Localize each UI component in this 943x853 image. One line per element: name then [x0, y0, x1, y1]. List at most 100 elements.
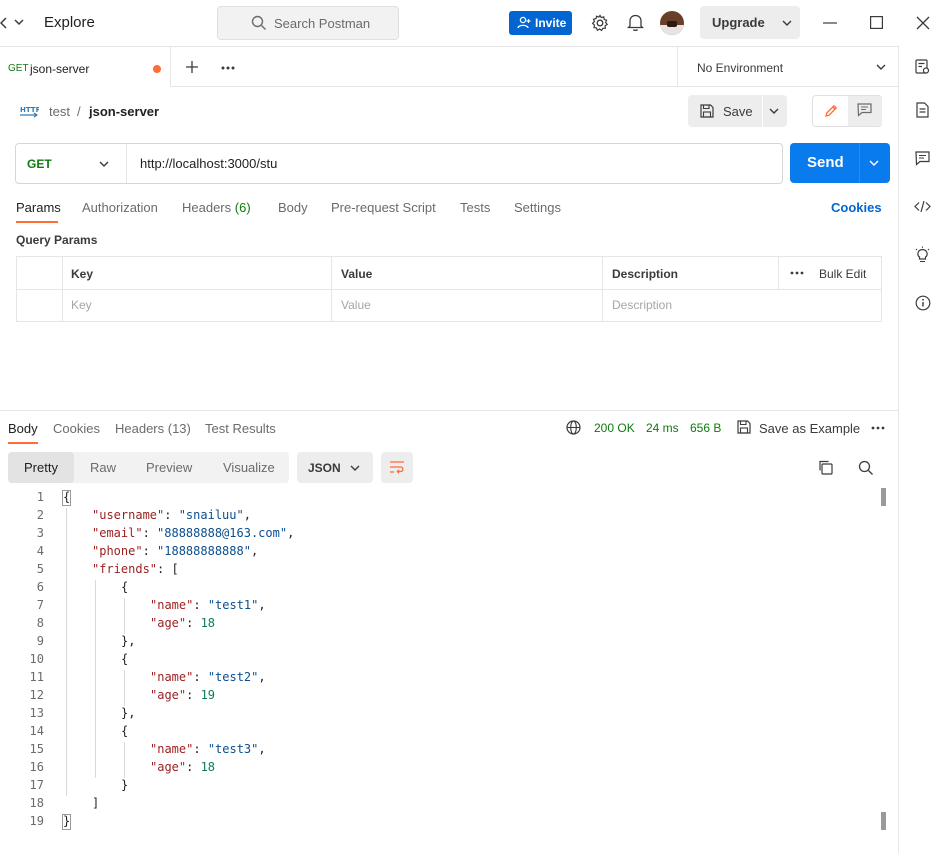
code-token: "name"	[150, 670, 194, 684]
code-token: :	[186, 616, 201, 630]
response-tab-test-results[interactable]: Test Results	[205, 421, 276, 436]
http-request-icon: HTTP	[19, 103, 39, 119]
code-line: "email": "88888888@163.com",	[92, 526, 294, 540]
more-options-icon[interactable]	[790, 271, 804, 275]
gear-icon[interactable]	[591, 14, 609, 32]
indent-guide	[124, 742, 125, 778]
globe-icon[interactable]	[566, 420, 581, 435]
tab-json-server[interactable]: GET json-server	[0, 47, 171, 87]
chevron-down-icon[interactable]	[13, 17, 25, 27]
code-token: "friends"	[92, 562, 158, 576]
response-tab-cookies[interactable]: Cookies	[53, 421, 100, 436]
status-badge[interactable]: 200 OK	[594, 421, 635, 435]
breadcrumb-request-name[interactable]: json-server	[89, 104, 159, 119]
line-number: 8	[36, 616, 44, 630]
tab-tests[interactable]: Tests	[460, 200, 490, 215]
chevron-down-icon[interactable]	[768, 106, 780, 116]
line-number: 5	[36, 562, 44, 576]
save-button[interactable]: Save	[688, 95, 787, 127]
line-number: 19	[29, 814, 44, 828]
send-button[interactable]: Send	[790, 143, 890, 183]
line-number: 2	[36, 508, 44, 522]
tab-authorization[interactable]: Authorization	[82, 200, 158, 215]
wrap-lines-button[interactable]	[381, 452, 413, 483]
url-input[interactable]: http://localhost:3000/stu	[140, 156, 277, 171]
bell-icon[interactable]	[627, 13, 644, 32]
format-select[interactable]: JSON	[297, 452, 373, 483]
code-icon[interactable]	[914, 200, 931, 213]
response-time[interactable]: 24 ms	[646, 421, 679, 435]
bracket-match-highlight	[62, 814, 71, 830]
plus-icon[interactable]	[185, 60, 199, 74]
view-tab-preview[interactable]: Preview	[146, 460, 192, 475]
method-select[interactable]: GET	[27, 157, 52, 171]
minimize-icon[interactable]	[823, 22, 837, 24]
response-divider[interactable]	[0, 410, 898, 411]
code-token: 18	[200, 616, 216, 630]
response-tab-body[interactable]: Body	[8, 421, 38, 436]
more-options-icon[interactable]	[871, 426, 885, 430]
search-icon[interactable]	[858, 460, 874, 476]
view-tab-pretty[interactable]: Pretty	[24, 460, 58, 475]
scrollbar-thumb-top[interactable]	[881, 488, 886, 506]
code-token: "age"	[150, 616, 187, 630]
view-tab-visualize[interactable]: Visualize	[223, 460, 275, 475]
line-number: 6	[36, 580, 44, 594]
code-line: {	[121, 652, 128, 666]
response-size[interactable]: 656 B	[690, 421, 721, 435]
code-token: "name"	[150, 598, 194, 612]
cookies-link[interactable]: Cookies	[831, 200, 882, 215]
tab-headers[interactable]: Headers (6)	[182, 200, 251, 215]
response-tab-headers[interactable]: Headers (13)	[115, 421, 191, 436]
close-icon[interactable]	[916, 16, 930, 30]
code-line: }	[121, 778, 128, 792]
code-token: ,	[287, 526, 295, 540]
code-token: },	[121, 634, 136, 648]
line-number: 7	[36, 598, 44, 612]
chevron-down-icon[interactable]	[98, 159, 110, 169]
key-input[interactable]: Key	[71, 298, 92, 312]
code-line: "age": 18	[150, 616, 215, 630]
tab-body[interactable]: Body	[278, 200, 308, 215]
comment-icon	[857, 103, 872, 117]
maximize-icon[interactable]	[870, 16, 883, 29]
pencil-icon[interactable]	[823, 103, 839, 119]
chevron-down-icon[interactable]	[868, 158, 880, 168]
code-token: 18	[200, 760, 216, 774]
comments-icon[interactable]	[915, 151, 930, 166]
environment-select[interactable]: No Environment	[677, 47, 898, 87]
line-number: 16	[29, 760, 44, 774]
view-tab-raw[interactable]: Raw	[90, 460, 116, 475]
tab-settings[interactable]: Settings	[514, 200, 561, 215]
bulk-edit-button[interactable]: Bulk Edit	[819, 267, 866, 281]
comment-toggle[interactable]	[848, 96, 882, 126]
response-body-code[interactable]: 1 {2 "username": "snailuu", 3 "email": "8888…	[0, 488, 880, 833]
avatar[interactable]	[660, 11, 684, 35]
code-token: ,	[258, 742, 266, 756]
scrollbar-thumb-bottom[interactable]	[881, 812, 886, 830]
line-number: 14	[29, 724, 44, 738]
environment-quick-look-icon[interactable]	[915, 59, 930, 75]
edit-comment-toggle	[812, 95, 882, 127]
indent-guide	[95, 580, 96, 778]
documentation-icon[interactable]	[916, 102, 929, 118]
value-input[interactable]: Value	[341, 298, 371, 312]
search-input[interactable]: Search Postman	[217, 6, 399, 40]
breadcrumb-workspace[interactable]: test	[49, 104, 70, 119]
back-icon[interactable]	[0, 16, 8, 30]
code-token: "phone"	[92, 544, 143, 558]
tab-params[interactable]: Params	[16, 200, 61, 215]
code-token: "18888888888"	[157, 544, 251, 558]
explore-link[interactable]: Explore	[44, 14, 95, 31]
save-as-example-button[interactable]: Save as Example	[759, 421, 860, 436]
invite-button[interactable]: Invite	[509, 11, 572, 35]
code-token: "username"	[92, 508, 165, 522]
upgrade-button[interactable]: Upgrade	[700, 6, 800, 39]
description-input[interactable]: Description	[612, 298, 672, 312]
lightbulb-icon[interactable]	[915, 246, 930, 263]
more-tabs-icon[interactable]	[221, 66, 235, 70]
code-line: {	[121, 580, 128, 594]
info-icon[interactable]	[915, 295, 931, 311]
copy-icon[interactable]	[818, 460, 833, 475]
tab-pre-request-script[interactable]: Pre-request Script	[331, 200, 436, 215]
